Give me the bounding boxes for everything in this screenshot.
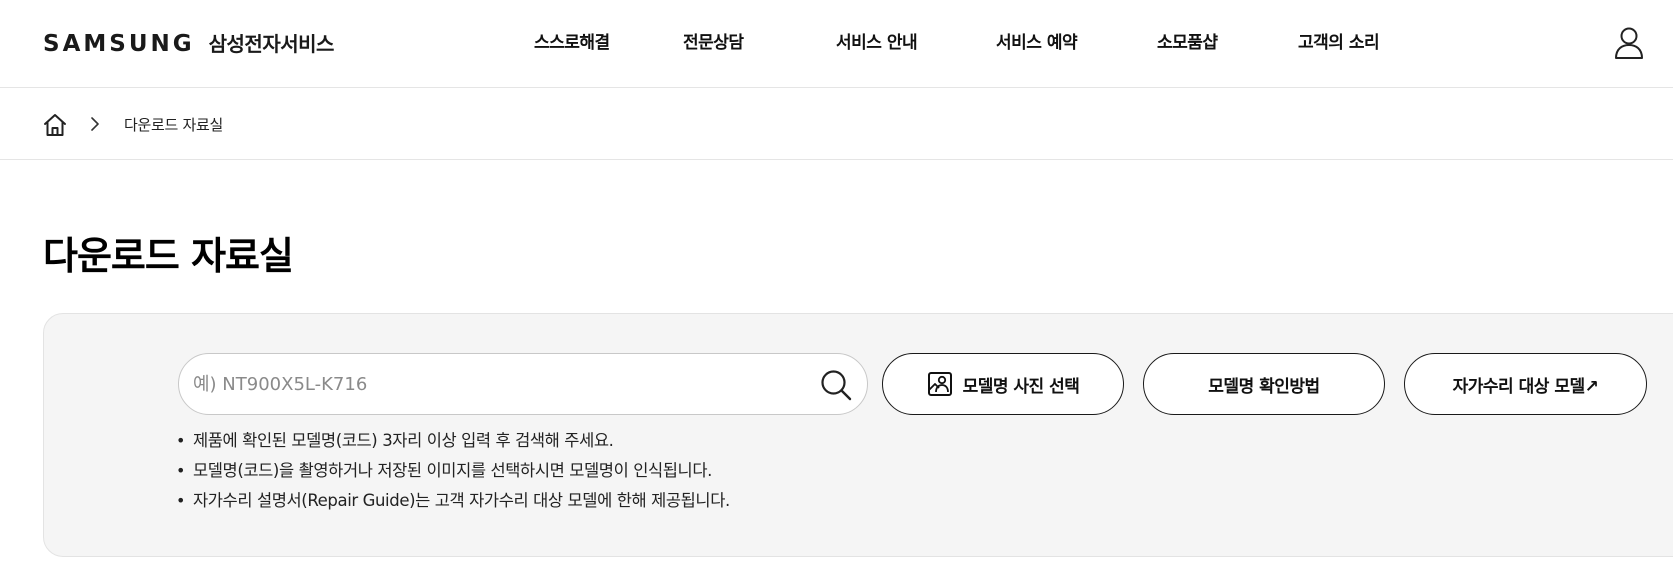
nav-item-consult[interactable]: 전문상담	[683, 28, 744, 53]
breadcrumb: 다운로드 자료실	[0, 88, 1673, 160]
breadcrumb-current: 다운로드 자료실	[124, 116, 223, 134]
search-notes: • 제품에 확인된 모델명(코드) 3자리 이상 입력 후 검색해 주세요. •…	[176, 430, 730, 520]
list-item: • 자가수리 설명서(Repair Guide)는 고객 자가수리 대상 모델에…	[176, 490, 730, 520]
image-icon	[927, 372, 952, 396]
self-repair-models-label: 자가수리 대상 모델↗	[1452, 376, 1599, 397]
model-check-guide-button[interactable]: 모델명 확인방법	[1143, 353, 1385, 415]
brand-subtitle[interactable]: 삼성전자서비스	[209, 28, 335, 57]
bullet-icon: •	[176, 431, 186, 450]
list-item: • 제품에 확인된 모델명(코드) 3자리 이상 입력 후 검색해 주세요.	[176, 430, 730, 460]
chevron-right-icon	[91, 117, 99, 131]
bullet-icon: •	[176, 461, 186, 480]
note-text: 자가수리 설명서(Repair Guide)는 고객 자가수리 대상 모델에 한…	[193, 491, 730, 510]
search-box[interactable]	[178, 353, 868, 415]
list-item: • 모델명(코드)을 촬영하거나 저장된 이미지를 선택하시면 모델명이 인식됩…	[176, 460, 730, 490]
model-check-guide-label: 모델명 확인방법	[1208, 376, 1320, 397]
note-text: 모델명(코드)을 촬영하거나 저장된 이미지를 선택하시면 모델명이 인식됩니다…	[193, 461, 712, 480]
photo-select-label: 모델명 사진 선택	[962, 376, 1080, 397]
search-input[interactable]	[191, 354, 791, 414]
nav-item-customer-voice[interactable]: 고객의 소리	[1298, 28, 1380, 53]
search-icon[interactable]	[819, 368, 853, 402]
self-repair-models-button[interactable]: 자가수리 대상 모델↗	[1404, 353, 1647, 415]
bullet-icon: •	[176, 491, 186, 510]
brand[interactable]: SAMSUNG 삼성전자서비스	[43, 28, 334, 57]
home-icon[interactable]	[42, 112, 68, 138]
samsung-logo[interactable]: SAMSUNG	[43, 31, 195, 57]
nav-item-supplies-shop[interactable]: 소모품샵	[1157, 28, 1218, 53]
page-title: 다운로드 자료실	[43, 234, 294, 278]
nav-item-self-solve[interactable]: 스스로해결	[534, 28, 610, 53]
photo-select-button[interactable]: 모델명 사진 선택	[882, 353, 1124, 415]
user-icon[interactable]	[1613, 26, 1645, 60]
note-text: 제품에 확인된 모델명(코드) 3자리 이상 입력 후 검색해 주세요.	[193, 431, 614, 450]
nav-item-service-info[interactable]: 서비스 안내	[836, 28, 918, 53]
site-header: SAMSUNG 삼성전자서비스 스스로해결 전문상담 서비스 안내 서비스 예약…	[0, 0, 1673, 88]
nav-item-service-booking[interactable]: 서비스 예약	[996, 28, 1078, 53]
